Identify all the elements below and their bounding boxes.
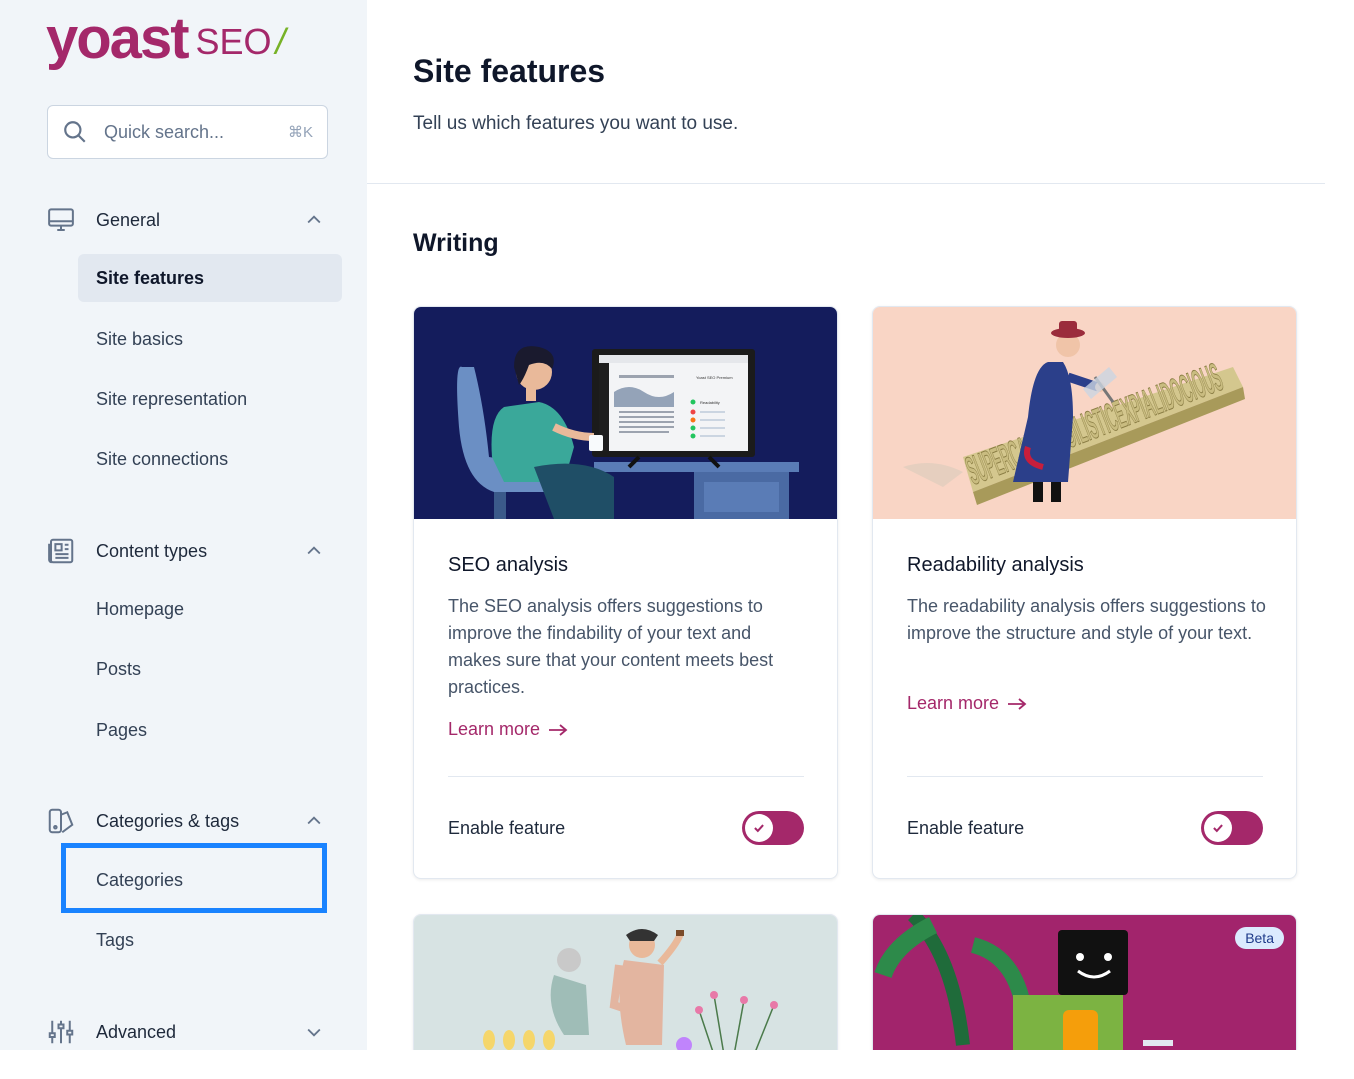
nav-group-label: Content types [96,540,208,561]
card-divider [448,776,804,777]
learn-more-link[interactable]: Learn more [448,719,568,740]
card-title: SEO analysis [448,554,569,576]
sidebar-item-pages[interactable]: Pages [78,706,342,754]
arrow-right-icon [1008,697,1027,710]
nav-group-content-types[interactable]: Content types [46,534,328,568]
card-divider [907,776,1263,777]
toggle-knob [745,814,773,842]
sidebar-item-homepage[interactable]: Homepage [78,585,342,633]
chevron-up-icon [307,546,321,555]
monitor-icon [46,205,76,235]
readability-analysis-illustration: SUPERCALIFRAGILISTICEXPIALIDOCIOUS [873,307,1296,519]
screen-label-text: Readability [700,400,720,405]
chevron-up-icon [307,215,321,224]
card-description: The readability analysis offers suggesti… [907,596,1266,643]
enable-feature-label: Enable feature [907,818,1025,838]
learn-more-label: Learn more [907,693,1000,713]
arrow-right-icon [549,723,568,736]
logo-seo: SEO [195,21,272,62]
search-icon [64,121,86,143]
nav-group-label: Categories & tags [96,810,240,831]
yoast-logo[interactable]: yoast SEO / [46,2,286,68]
check-icon [754,824,764,833]
screen-header-text: Yoast SEO Premium [696,375,733,380]
sidebar-item-site-representation[interactable]: Site representation [78,375,342,423]
nav-group-categories-tags[interactable]: Categories & tags [46,804,328,838]
enable-feature-label: Enable feature [448,818,566,838]
chevron-up-icon [307,816,321,825]
feature-card-readability-analysis: SUPERCALIFRAGILISTICEXPIALIDOCIOUS Reada… [872,306,1297,879]
feature-card-seo-analysis: Yoast SEO Premium Readability SEO analys… [413,306,838,879]
sliders-icon [46,1017,76,1047]
search-shortcut: ⌘K [287,124,313,141]
section-title-writing: Writing [413,229,499,257]
feature-4-illustration: Beta [873,915,1296,1050]
sidebar-item-site-connections[interactable]: Site connections [78,435,342,483]
logo-wordmark: yoast [46,6,190,71]
nav-group-general[interactable]: General [46,203,328,237]
feature-card-4: Beta [872,914,1297,1050]
header-divider [367,183,1325,184]
learn-more-link[interactable]: Learn more [907,693,1027,714]
enable-seo-analysis-toggle[interactable] [742,811,804,845]
feature-3-illustration [414,915,837,1050]
nav-group-label: General [96,209,161,230]
sidebar-item-site-features[interactable]: Site features [78,254,342,302]
logo-slash: / [275,21,286,62]
toggle-knob [1204,814,1232,842]
nav-group-advanced[interactable]: Advanced [46,1015,328,1049]
seo-analysis-illustration: Yoast SEO Premium Readability [414,307,837,519]
page-subtitle: Tell us which features you want to use. [413,113,739,134]
feature-card-3 [413,914,838,1050]
check-icon [1213,824,1223,833]
learn-more-label: Learn more [448,719,541,739]
card-description: The SEO analysis offers suggestions to i… [448,596,774,697]
tag-icon [46,806,76,836]
newspaper-icon [46,536,76,566]
beta-badge: Beta [1235,927,1284,949]
enable-readability-analysis-toggle[interactable] [1201,811,1263,845]
illustration-word: SUPERCALIFRAGILISTICEXPIALIDOCIOUS [960,356,1228,494]
main-content: Site features Tell us which features you… [367,5,1325,1050]
page-title: Site features [413,53,606,89]
quick-search-input[interactable]: Quick search... ⌘K [47,105,328,159]
sidebar-item-posts[interactable]: Posts [78,645,342,693]
card-title: Readability analysis [907,554,1084,576]
search-placeholder: Quick search... [104,121,225,142]
sidebar-item-site-basics[interactable]: Site basics [78,315,342,363]
sidebar: yoast SEO / Quick search... ⌘K General S… [0,0,367,1050]
sidebar-item-tags[interactable]: Tags [78,916,342,964]
highlight-box [61,843,327,913]
chevron-down-icon [307,1028,321,1037]
nav-group-label: Advanced [96,1021,177,1042]
